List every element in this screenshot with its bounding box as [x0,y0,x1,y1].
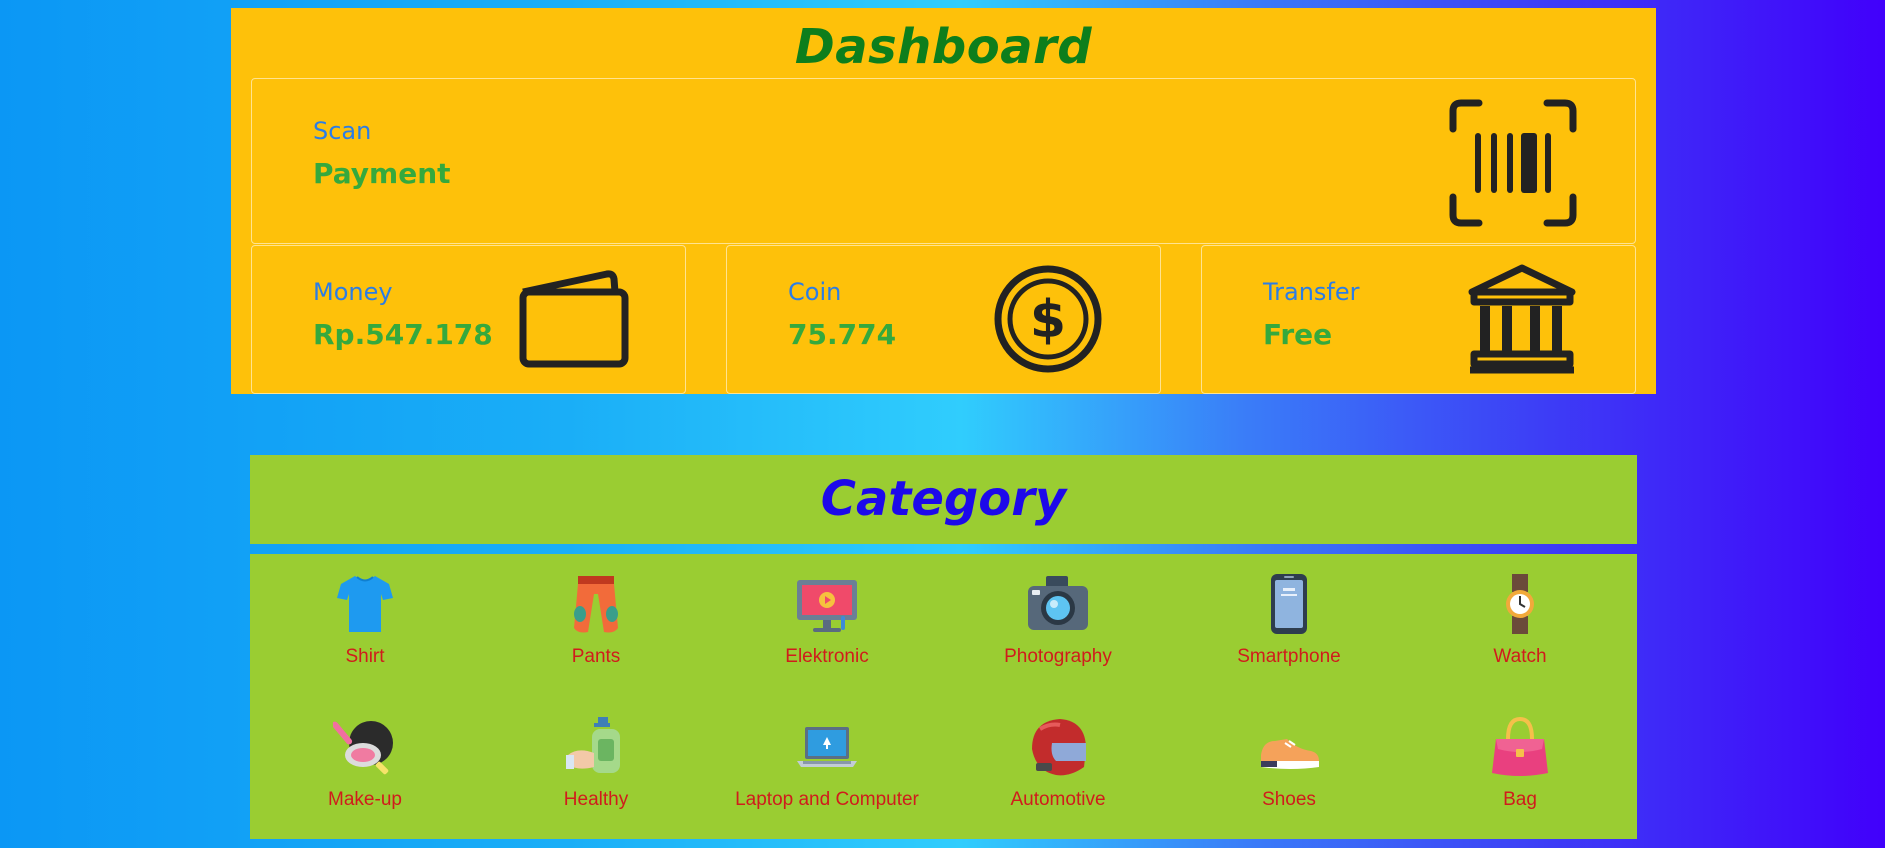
category-header: Category [250,455,1637,544]
handbag-icon [1492,716,1548,776]
category-label: Shirt [345,646,385,667]
category-item-watch[interactable]: Watch [1420,572,1620,692]
scan-label: Scan [313,117,372,145]
monitor-icon [797,580,857,632]
category-label: Laptop and Computer [735,789,919,810]
helmet-icon [1032,719,1086,776]
category-label: Make-up [328,789,402,810]
money-value: Rp.547.178 [313,318,493,351]
camera-icon [1028,576,1088,630]
barcode-scan-icon[interactable] [1449,99,1577,231]
shirt-icon [337,576,393,632]
category-label: Elektronic [785,646,869,667]
scan-payment-card[interactable]: Scan Payment [251,78,1636,244]
category-label: Pants [571,646,621,667]
laptop-icon [797,727,857,767]
category-item-healthy[interactable]: Healthy [496,715,696,835]
money-card[interactable]: Money Rp.547.178 [251,245,686,394]
scan-value: Payment [313,157,451,190]
category-label: Automotive [1010,789,1106,810]
makeup-icon [333,721,393,775]
wallet-icon [517,268,629,374]
category-item-smartphone[interactable]: Smartphone [1189,572,1389,692]
watch-icon [1506,574,1534,634]
category-label: Smartphone [1237,646,1341,667]
category-item-elektronic[interactable]: Elektronic [727,572,927,692]
category-label: Shoes [1262,789,1316,810]
category-label: Bag [1503,789,1537,810]
category-item-laptop-and-computer[interactable]: Laptop and Computer [727,715,927,835]
transfer-card[interactable]: Transfer Free [1201,245,1636,394]
category-label: Photography [1004,646,1112,667]
dashboard-title: Dashboard [794,19,1093,75]
category-grid: Shirt Pants Elektronic Photography Smart… [250,554,1637,839]
pants-icon [574,576,618,633]
transfer-value: Free [1263,318,1333,351]
category-label: Healthy [563,789,629,810]
dollar-coin-icon: $ [993,264,1103,378]
category-item-make-up[interactable]: Make-up [265,715,465,835]
sneaker-icon [1261,739,1319,769]
dashboard-panel: Dashboard Scan Payment Money Rp.547.178 … [231,8,1656,394]
category-item-pants[interactable]: Pants [496,572,696,692]
bank-icon [1466,262,1578,380]
coin-value: 75.774 [788,318,897,351]
coin-card[interactable]: Coin 75.774 $ [726,245,1161,394]
coin-label: Coin [788,278,842,306]
hand-sanitizer-icon [566,717,620,773]
smartphone-icon [1271,574,1307,634]
category-item-bag[interactable]: Bag [1420,715,1620,835]
category-item-photography[interactable]: Photography [958,572,1158,692]
category-item-automotive[interactable]: Automotive [958,715,1158,835]
money-label: Money [313,278,393,306]
category-title: Category [820,471,1067,527]
category-item-shirt[interactable]: Shirt [265,572,465,692]
svg-text:$: $ [1030,290,1066,350]
transfer-label: Transfer [1263,278,1360,306]
category-item-shoes[interactable]: Shoes [1189,715,1389,835]
category-label: Watch [1493,646,1547,667]
